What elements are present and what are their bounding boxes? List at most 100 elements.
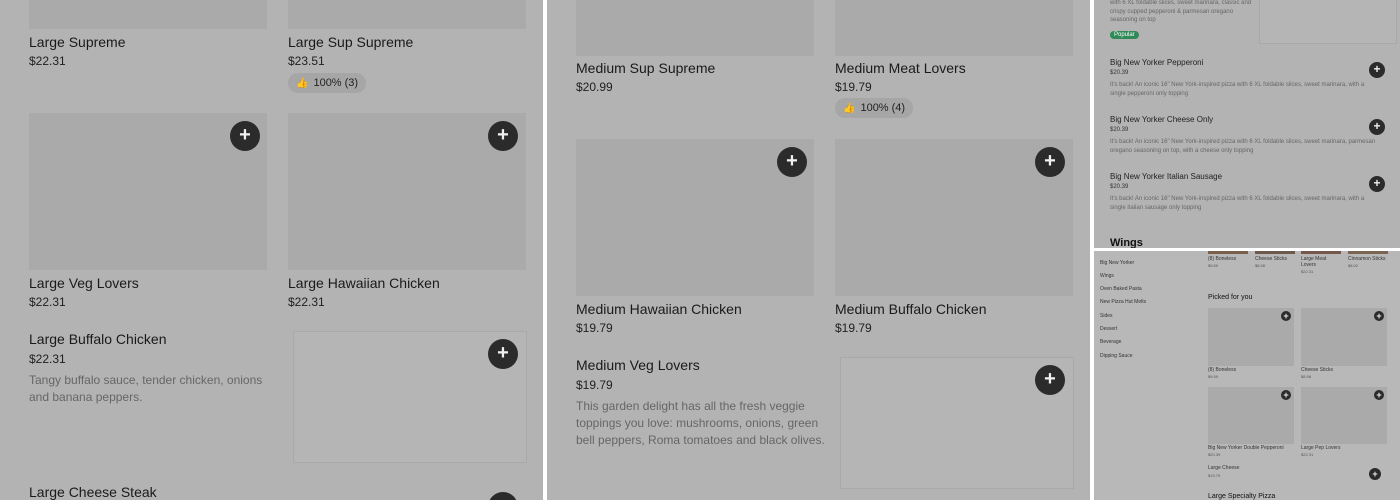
item-description: with 6 XL foldable slices, sweet marinar… [1110,0,1252,23]
item-title[interactable]: Large Veg Lovers [29,275,139,291]
picked-item-title[interactable]: Big New Yorker Double Pepperoni [1208,445,1284,451]
nav-item-wings[interactable]: Wings [1100,273,1114,279]
plus-icon: + [1373,176,1381,190]
menu-panel-large: Large Supreme $22.31 Large Sup Supreme $… [0,0,543,500]
item-price: $19.79 [576,378,613,392]
item-title[interactable]: Large Buffalo Chicken [29,331,167,347]
item-image[interactable] [1301,251,1341,254]
item-title[interactable]: Big New Yorker Cheese Only [1110,115,1213,124]
item-price: $19.79 [835,80,872,94]
picked-item-title[interactable]: Large Pep Lovers [1301,445,1340,451]
plus-icon: + [497,495,509,500]
item-title[interactable]: Large Sup Supreme [288,34,413,50]
add-button[interactable]: + [777,147,807,177]
add-button[interactable]: + [1281,390,1291,400]
item-description: Tangy buffalo sauce, tender chicken, oni… [29,373,263,404]
add-button[interactable]: + [1369,468,1381,480]
item-price: $22.31 [29,352,66,366]
add-button[interactable]: + [1281,311,1291,321]
item-price: $20.99 [576,80,613,94]
item-description: It's back! An iconic 16" New York-inspir… [1110,139,1376,154]
thumbs-up-icon: 👍 [843,103,856,114]
item-title[interactable]: Large Hawaiian Chicken [288,275,440,291]
add-button[interactable]: + [1035,147,1065,177]
item-title[interactable]: Medium Buffalo Chicken [835,301,986,317]
add-button[interactable]: + [488,492,518,500]
strip-item-title[interactable]: Cheese Sticks [1255,256,1287,262]
plus-icon: + [1376,311,1382,321]
thumbs-up-icon: 👍 [296,78,309,89]
item-title[interactable]: Big New Yorker Pepperoni [1110,58,1203,67]
strip-item-price: $22.31 [1301,269,1314,274]
picked-item-title[interactable]: (8) Boneless [1208,367,1236,373]
rating-text: 100% (3) [313,77,359,89]
picked-item-price: $20.39 [1208,452,1221,457]
strip-item-price: $9.59 [1208,263,1219,268]
picked-item-price: $22.31 [1301,452,1314,457]
add-button[interactable]: + [488,339,518,369]
item-price: $23.51 [288,54,325,68]
picked-item-price: $8.98 [1301,374,1312,379]
item-image[interactable] [1348,251,1388,254]
item-image[interactable] [1259,0,1397,44]
plus-icon: + [1044,150,1056,172]
item-image[interactable] [288,0,526,29]
popular-badge: Popular [1110,31,1139,39]
item-image[interactable] [576,0,814,56]
plus-icon: + [1373,119,1381,133]
add-button[interactable]: + [1374,390,1384,400]
plus-icon: + [1373,62,1381,76]
menu-panel-overview: Big New Yorker Wings Oven Baked Pasta Ne… [1094,251,1400,500]
item-price: $22.31 [29,295,66,309]
section-heading: Large Specialty Pizza [1208,493,1276,500]
item-price: $20.39 [1110,127,1129,133]
item-title[interactable]: Medium Meat Lovers [835,60,966,76]
add-button[interactable]: + [1374,311,1384,321]
item-title[interactable]: Large Cheese Steak [29,484,157,500]
section-heading: Wings [1110,237,1143,248]
item-title[interactable]: Large Cheese [1208,465,1239,471]
item-image[interactable] [1255,251,1295,254]
item-image[interactable] [29,0,267,29]
item-title[interactable]: Medium Hawaiian Chicken [576,301,742,317]
item-price: $19.79 [835,321,872,335]
item-price: $22.31 [288,295,325,309]
add-button[interactable]: + [230,121,260,151]
plus-icon: + [497,342,509,364]
rating-badge: 👍 100% (4) [835,98,914,118]
add-button[interactable]: + [1369,119,1385,135]
nav-item-oven-baked-pasta[interactable]: Oven Baked Pasta [1100,286,1142,292]
menu-panel-big-new-yorker: with 6 XL foldable slices, sweet marinar… [1094,0,1400,248]
strip-item-title[interactable]: Cinnamon Sticks [1348,256,1386,262]
add-button[interactable]: + [1369,62,1385,78]
item-price: $19.79 [1208,473,1221,478]
item-title[interactable]: Medium Sup Supreme [576,60,715,76]
add-button[interactable]: + [1035,365,1065,395]
item-price: $20.39 [1110,184,1129,190]
nav-item-beverage[interactable]: Beverage [1100,339,1121,345]
item-image[interactable] [835,0,1073,56]
plus-icon: + [1283,311,1289,321]
plus-icon: + [1376,390,1382,400]
strip-item-price: $8.98 [1255,263,1266,268]
plus-icon: + [239,124,251,146]
nav-item-dipping-sauce[interactable]: Dipping Sauce [1100,353,1133,359]
item-image[interactable] [1208,251,1248,254]
nav-item-dessert[interactable]: Dessert [1100,326,1117,332]
strip-item-title[interactable]: (8) Boneless [1208,256,1236,262]
add-button[interactable]: + [488,121,518,151]
add-button[interactable]: + [1369,176,1385,192]
picked-item-title[interactable]: Cheese Sticks [1301,367,1333,373]
nav-item-big-new-yorker[interactable]: Big New Yorker [1100,260,1134,266]
plus-icon: + [1372,469,1378,479]
plus-icon: + [786,150,798,172]
nav-item-pizza-hut-melts[interactable]: New Pizza Hut Melts [1100,299,1146,305]
rating-badge: 👍 100% (3) [288,73,367,93]
item-title[interactable]: Big New Yorker Italian Sausage [1110,172,1222,181]
item-title[interactable]: Large Supreme [29,34,126,50]
item-price: $22.31 [29,54,66,68]
item-title[interactable]: Medium Veg Lovers [576,357,700,373]
plus-icon: + [497,124,509,146]
nav-item-sides[interactable]: Sides [1100,313,1113,319]
strip-item-title[interactable]: Large Meat Lovers [1301,256,1337,268]
